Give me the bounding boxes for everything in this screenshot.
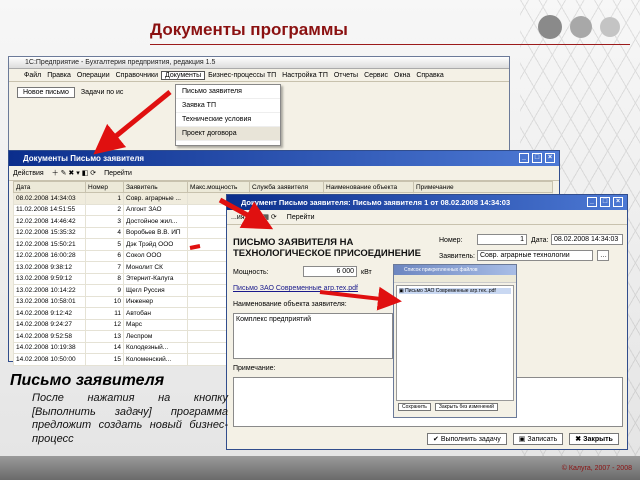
arrow-from-docs-list [189, 244, 201, 250]
slide-footer-bar [0, 456, 640, 480]
note-text: После нажатия на кнопку [Выполнить задач… [32, 392, 228, 445]
arrow-to-docs-window [93, 90, 172, 155]
arrow-to-file-dialog [319, 286, 402, 311]
note-heading: Письмо заявителя [10, 372, 165, 389]
copyright-text: © Калуга, 2007 - 2008 [561, 465, 632, 472]
arrow-to-letter-window [218, 197, 274, 230]
explanation-note: Письмо заявителя После нажатия на кнопку… [10, 372, 228, 446]
